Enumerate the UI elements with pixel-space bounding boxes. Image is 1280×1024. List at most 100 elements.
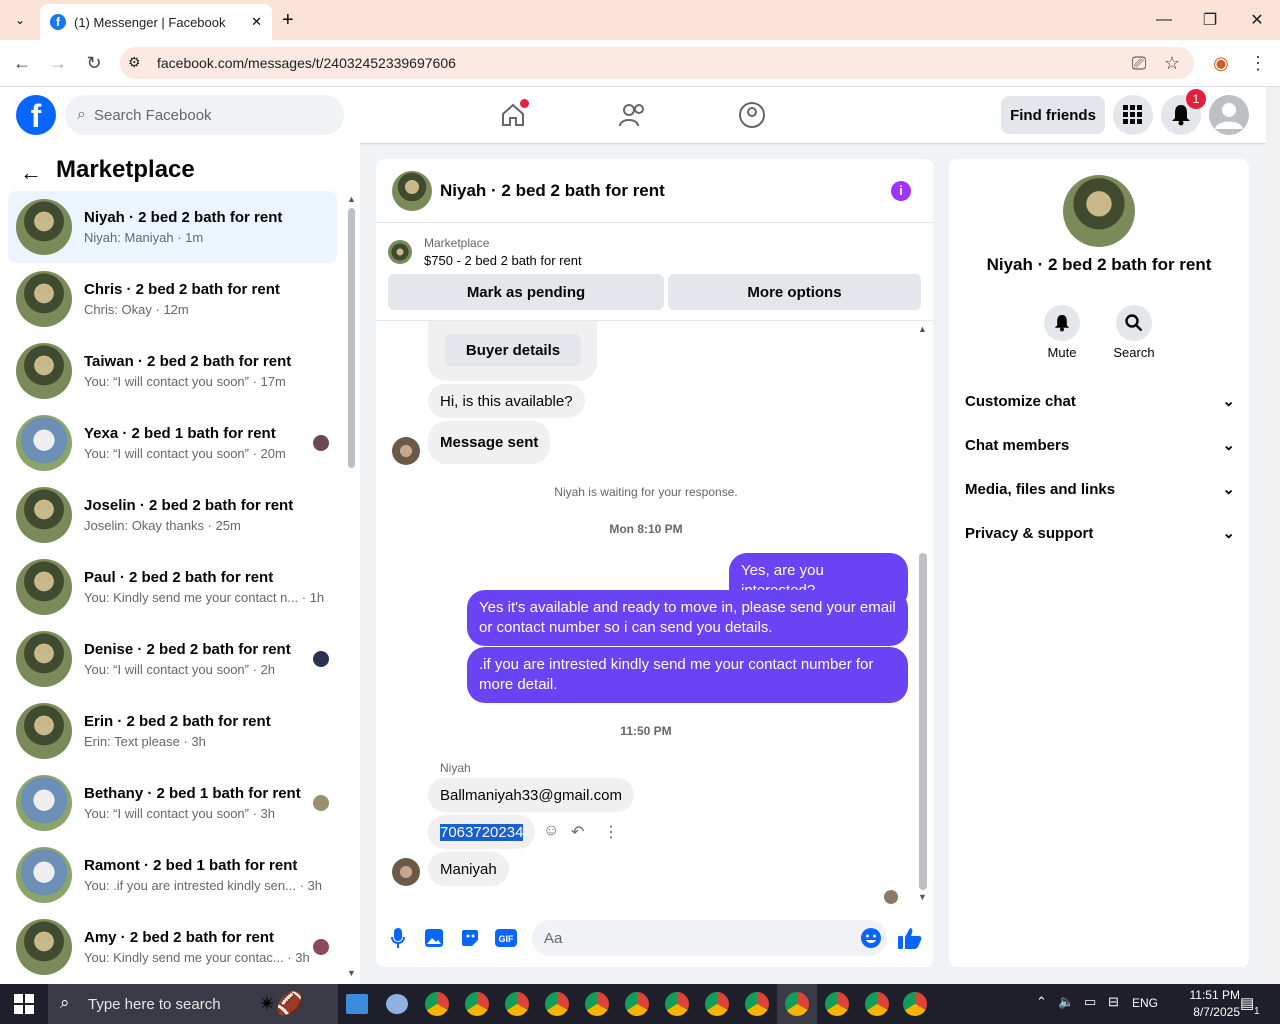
conversation-item[interactable]: Taiwan · 2 bed 2 bath for rent You: “I wi… (8, 335, 337, 407)
new-tab-icon[interactable]: + (282, 8, 302, 32)
back-arrow-icon[interactable]: ← (20, 160, 42, 186)
incoming-message-selected[interactable]: 7063720234 (428, 815, 536, 849)
chrome-taskbar-icon[interactable] (825, 992, 849, 1016)
restore-icon[interactable]: ❐ (1198, 8, 1222, 32)
timestamp: 11:50 PM (620, 724, 672, 738)
chrome-taskbar-icon[interactable] (625, 992, 649, 1016)
menu-grid-icon[interactable] (1113, 95, 1153, 135)
site-info-icon[interactable]: ⚙ (128, 54, 141, 71)
microphone-icon[interactable] (386, 926, 410, 950)
conversation-item[interactable]: Ramont · 2 bed 1 bath for rent You: .if y… (8, 839, 337, 911)
reload-icon[interactable]: ↻ (83, 52, 105, 74)
conversation-item[interactable]: Erin · 2 bed 2 bath for rent Erin: Text p… (8, 695, 337, 767)
conversation-item[interactable]: Joselin · 2 bed 2 bath for rent Joselin: … (8, 479, 337, 551)
windows-start-icon[interactable] (14, 994, 34, 1017)
tab-search-icon[interactable]: ⌄ (8, 8, 32, 32)
taskbar-app-icon[interactable] (386, 994, 408, 1014)
tray-chevron-icon[interactable]: ⌃ (1036, 994, 1047, 1010)
chat-scroll-thumb[interactable] (919, 553, 927, 890)
friends-icon[interactable] (618, 100, 648, 130)
chat-scroll-up-icon[interactable]: ▲ (918, 324, 927, 334)
chrome-taskbar-icon[interactable] (425, 992, 449, 1016)
chat-members-section[interactable]: Chat members ⌄ (965, 423, 1235, 467)
chrome-taskbar-icon[interactable] (505, 992, 529, 1016)
chrome-taskbar-icon[interactable] (665, 992, 689, 1016)
chrome-taskbar-icon[interactable] (545, 992, 569, 1016)
chrome-taskbar-icon[interactable] (465, 992, 489, 1016)
conversation-item[interactable]: Yexa · 2 bed 1 bath for rent You: “I will… (8, 407, 337, 479)
gif-icon[interactable]: GIF (494, 926, 518, 950)
conversation-item[interactable]: Niyah · 2 bed 2 bath for rent Niyah: Mani… (8, 191, 337, 263)
privacy-support-section[interactable]: Privacy & support ⌄ (965, 511, 1235, 555)
page-scrollbar[interactable] (1266, 87, 1280, 984)
volume-icon[interactable]: 🔈 (1058, 994, 1074, 1010)
facebook-logo[interactable]: f (16, 95, 56, 135)
outgoing-message[interactable]: Yes it's available and ready to move in,… (467, 590, 908, 646)
facebook-search-input[interactable]: ⌕ Search Facebook (65, 95, 344, 135)
more-actions-icon[interactable]: ⋮ (603, 822, 619, 842)
sender-avatar[interactable] (392, 858, 420, 886)
conversation-item[interactable]: Chris · 2 bed 2 bath for rent Chris: Okay… (8, 263, 337, 335)
emoji-icon[interactable] (859, 926, 883, 950)
chrome-taskbar-icon[interactable] (745, 992, 769, 1016)
photo-icon[interactable] (422, 926, 446, 950)
info-icon[interactable]: i (891, 180, 911, 201)
conversation-item[interactable]: Amy · 2 bed 2 bath for rent You: Kindly s… (8, 911, 337, 983)
profile-icon[interactable]: ◉ (1210, 52, 1232, 74)
chrome-taskbar-icon[interactable] (705, 992, 729, 1016)
outgoing-message[interactable]: .if you are intrested kindly send me you… (467, 647, 908, 703)
media-files-links-section[interactable]: Media, files and links ⌄ (965, 467, 1235, 511)
chrome-taskbar-icon[interactable] (865, 992, 889, 1016)
back-icon[interactable]: ← (11, 52, 33, 74)
conversation-item[interactable]: Bethany · 2 bed 1 bath for rent You: “I w… (8, 767, 337, 839)
conversation-list-scroll-thumb[interactable] (348, 208, 355, 468)
close-tab-icon[interactable]: ✕ (251, 14, 262, 30)
install-app-icon[interactable]: ⎚ (1128, 52, 1150, 74)
bookmark-star-icon[interactable]: ☆ (1161, 52, 1183, 74)
battery-icon[interactable]: ▭ (1084, 994, 1096, 1010)
incoming-message[interactable]: Ballmaniyah33@gmail.com (428, 778, 634, 812)
chrome-menu-icon[interactable]: ⋮ (1247, 52, 1269, 74)
chat-scroll-down-icon[interactable]: ▼ (918, 892, 927, 902)
chat-avatar[interactable] (392, 170, 432, 211)
incoming-message[interactable]: Hi, is this available? (428, 384, 585, 418)
account-avatar[interactable] (1209, 95, 1249, 135)
sender-avatar[interactable] (392, 437, 420, 465)
mute-bell-icon[interactable] (1044, 305, 1080, 341)
action-center-icon[interactable]: ▤ (1240, 994, 1254, 1012)
taskbar-app-icon[interactable] (346, 994, 368, 1014)
groups-icon[interactable] (737, 100, 767, 130)
incoming-message[interactable]: Maniyah (428, 852, 509, 886)
chrome-taskbar-icon[interactable] (903, 992, 927, 1016)
scroll-up-icon[interactable]: ▲ (347, 194, 356, 204)
customize-chat-section[interactable]: Customize chat ⌄ (965, 379, 1235, 423)
marketplace-listing-bar[interactable]: Marketplace $750 - 2 bed 2 bath for rent (388, 232, 928, 272)
incoming-message[interactable]: Message sent (428, 421, 551, 464)
react-emoji-icon[interactable]: ☺ (543, 822, 559, 840)
language-indicator[interactable]: ENG (1132, 996, 1158, 1010)
search-chat-icon[interactable] (1116, 305, 1152, 341)
browser-tab[interactable]: f (1) Messenger | Facebook ✕ (40, 4, 272, 40)
buyer-details-button[interactable]: Buyer details (445, 334, 581, 366)
system-clock[interactable]: 11:51 PM 8/7/2025 (1160, 987, 1240, 1021)
close-window-icon[interactable]: ✕ (1245, 8, 1269, 32)
details-avatar[interactable] (1063, 175, 1135, 247)
message-input[interactable]: Aa (532, 920, 887, 956)
conversation-item[interactable]: Denise · 2 bed 2 bath for rent You: “I wi… (8, 623, 337, 695)
forward-icon[interactable]: → (47, 52, 69, 74)
sticker-icon[interactable] (458, 926, 482, 950)
scroll-down-icon[interactable]: ▼ (347, 968, 356, 978)
reply-icon[interactable]: ↶ (571, 822, 584, 842)
network-icon[interactable]: ⊟ (1108, 994, 1119, 1010)
url-bar[interactable]: ⚙ facebook.com/messages/t/24032452339697… (120, 47, 1194, 79)
conversation-item[interactable]: Paul · 2 bed 2 bath for rent You: Kindly … (8, 551, 337, 623)
chrome-taskbar-icon[interactable] (585, 992, 609, 1016)
more-options-button[interactable]: More options (668, 274, 921, 310)
like-thumb-icon[interactable] (898, 926, 922, 950)
mark-as-pending-button[interactable]: Mark as pending (388, 274, 664, 310)
chat-title[interactable]: Niyah · 2 bed 2 bath for rent (440, 181, 891, 201)
chrome-taskbar-icon-active[interactable] (785, 992, 809, 1016)
search-highlight-image[interactable]: ✴🏈 (258, 988, 318, 1020)
find-friends-button[interactable]: Find friends (1001, 96, 1105, 134)
minimize-icon[interactable]: — (1152, 8, 1176, 32)
